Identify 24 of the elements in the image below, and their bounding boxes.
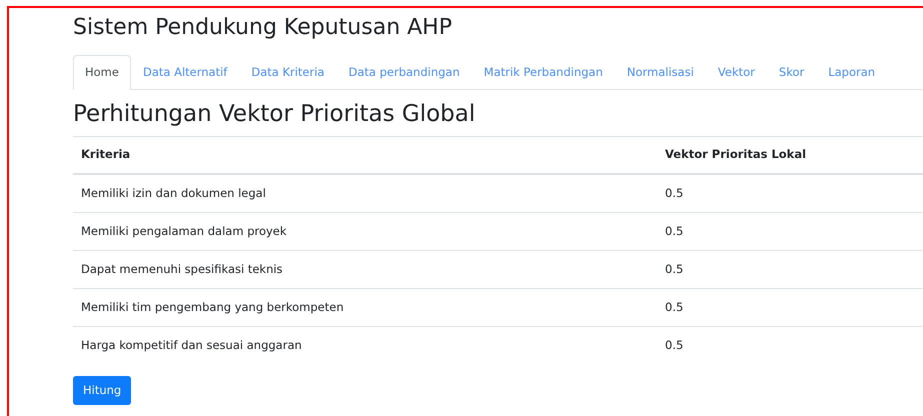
nav-tab[interactable]: Home [73,54,131,90]
page-title: Sistem Pendukung Keputusan AHP [73,14,453,42]
table-cell: 0.5 [657,250,923,288]
nav-tab[interactable]: Laporan [816,54,888,90]
table-cell: 0.5 [657,326,923,364]
table-cell: Harga kompetitif dan sesuai anggaran [73,326,657,364]
table-cell: Memiliki izin dan dokumen legal [73,174,657,212]
table-cell: 0.5 [657,288,923,326]
nav-tab[interactable]: Normalisasi [614,54,706,90]
hitung-button[interactable]: Hitung [73,376,132,406]
nav-tab[interactable]: Data Alternatif [130,54,240,90]
nav-tab[interactable]: Matrik Perbandingan [472,54,615,90]
table-cell: 0.5 [657,174,923,212]
section-heading: Perhitungan Vektor Prioritas Global [73,100,476,129]
table-cell: 0.5 [657,212,923,250]
table-cell: Dapat memenuhi spesifikasi teknis [73,250,657,288]
table-cell: Memiliki pengalaman dalam proyek [73,212,657,250]
column-header: Kriteria [73,136,657,174]
nav-tab[interactable]: Vektor [706,54,767,90]
nav-tab[interactable]: Skor [766,54,816,90]
nav-tab[interactable]: Data perbandingan [336,54,472,90]
column-header: Vektor Prioritas Lokal [657,136,923,174]
table-cell: Memiliki tim pengembang yang berkompeten [73,288,657,326]
nav-tab[interactable]: Data Kriteria [239,54,336,90]
